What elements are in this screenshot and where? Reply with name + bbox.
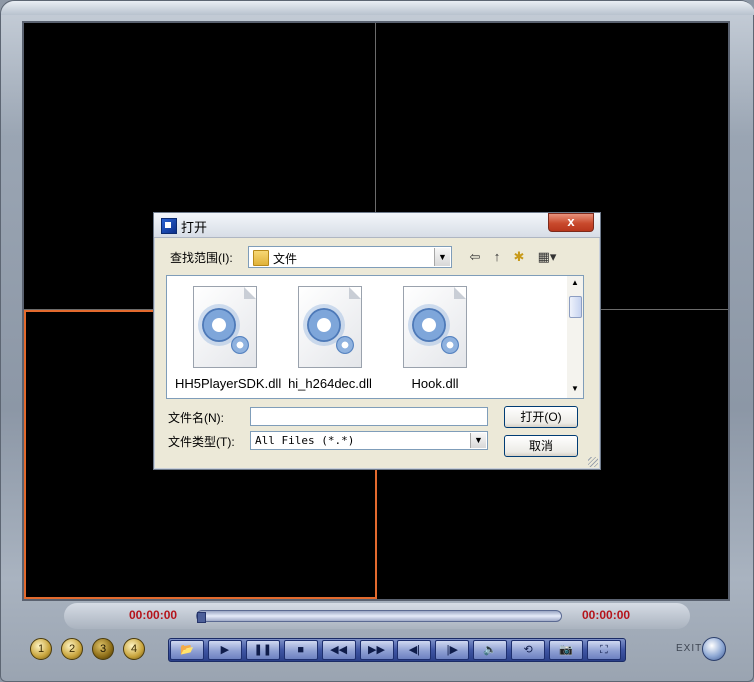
file-name: Hook.dll xyxy=(411,376,459,391)
layout-button-3[interactable]: 3 xyxy=(92,638,114,660)
close-button[interactable]: x xyxy=(548,213,594,232)
rewind-icon[interactable]: ◀◀ xyxy=(321,640,356,660)
vertical-scrollbar[interactable]: ▲ ▼ xyxy=(567,276,583,398)
open-file-dialog: 打开 x 查找范围(I): 文件 ▼ ⇦ ↑ ✱ ▦▾ HH5PlayerSDK… xyxy=(153,212,601,470)
file-type-combo[interactable]: All Files (*.*) ▼ xyxy=(250,431,488,450)
step-back-icon[interactable]: ◀| xyxy=(397,640,432,660)
seek-track[interactable] xyxy=(196,610,562,622)
sound-icon[interactable]: 🔈 xyxy=(473,640,508,660)
total-time: 00:00:00 xyxy=(582,608,631,622)
dll-file-icon xyxy=(298,286,362,368)
layout-button-1[interactable]: 1 xyxy=(30,638,52,660)
look-in-combo[interactable]: 文件 ▼ xyxy=(248,246,452,268)
dialog-titlebar[interactable]: 打开 x xyxy=(154,213,600,238)
play-icon[interactable]: ▶ xyxy=(207,640,242,660)
fullscreen-icon[interactable]: ⛶ xyxy=(586,640,621,660)
cancel-button[interactable]: 取消 xyxy=(504,435,578,457)
look-in-value: 文件 xyxy=(273,252,298,266)
file-list[interactable]: HH5PlayerSDK.dll hi_h264dec.dll Hook.dll… xyxy=(166,275,584,399)
chevron-down-icon[interactable]: ▼ xyxy=(434,248,450,266)
list-item[interactable]: HH5PlayerSDK.dll xyxy=(175,286,282,396)
look-in-label: 查找范围(I): xyxy=(170,251,233,265)
open-file-icon[interactable]: 📂 xyxy=(170,640,204,660)
layout-button-4[interactable]: 4 xyxy=(123,638,145,660)
file-name: hi_h264dec.dll xyxy=(288,376,372,391)
seek-thumb[interactable] xyxy=(197,612,206,623)
open-button[interactable]: 打开(O) xyxy=(504,406,578,428)
dll-file-icon xyxy=(403,286,467,368)
folder-icon xyxy=(253,250,269,266)
up-folder-icon[interactable]: ↑ xyxy=(488,248,506,266)
file-name-input[interactable] xyxy=(250,407,488,426)
window-top-border xyxy=(1,1,754,15)
layout-button-2[interactable]: 2 xyxy=(61,638,83,660)
exit-label: EXIT xyxy=(676,643,703,654)
file-name-label: 文件名(N): xyxy=(168,411,224,425)
list-item[interactable]: Hook.dll xyxy=(385,286,485,396)
file-type-label: 文件类型(T): xyxy=(168,435,235,449)
file-name: HH5PlayerSDK.dll xyxy=(175,376,282,391)
views-menu-icon[interactable]: ▦▾ xyxy=(532,248,562,266)
scroll-down-icon[interactable]: ▼ xyxy=(567,384,583,396)
list-item[interactable]: hi_h264dec.dll xyxy=(280,286,380,396)
dialog-title: 打开 xyxy=(181,220,208,235)
back-icon[interactable]: ⇦ xyxy=(466,248,484,266)
step-forward-icon[interactable]: |▶ xyxy=(435,640,470,660)
snapshot-icon[interactable]: 📷 xyxy=(549,640,583,660)
scroll-thumb[interactable] xyxy=(569,296,582,318)
scroll-up-icon[interactable]: ▲ xyxy=(567,278,583,290)
app-icon xyxy=(161,218,177,234)
dll-file-icon xyxy=(193,286,257,368)
fast-forward-icon[interactable]: ▶▶ xyxy=(359,640,394,660)
current-time: 00:00:00 xyxy=(129,608,178,622)
stop-icon[interactable]: ■ xyxy=(283,640,318,660)
resize-grip[interactable] xyxy=(588,457,598,467)
file-type-value: All Files (*.*) xyxy=(255,434,355,447)
loop-icon[interactable]: ⟲ xyxy=(511,640,546,660)
pause-icon[interactable]: ❚❚ xyxy=(245,640,280,660)
chevron-down-icon[interactable]: ▼ xyxy=(470,433,486,448)
exit-button[interactable] xyxy=(702,637,726,661)
new-folder-icon[interactable]: ✱ xyxy=(510,248,528,266)
